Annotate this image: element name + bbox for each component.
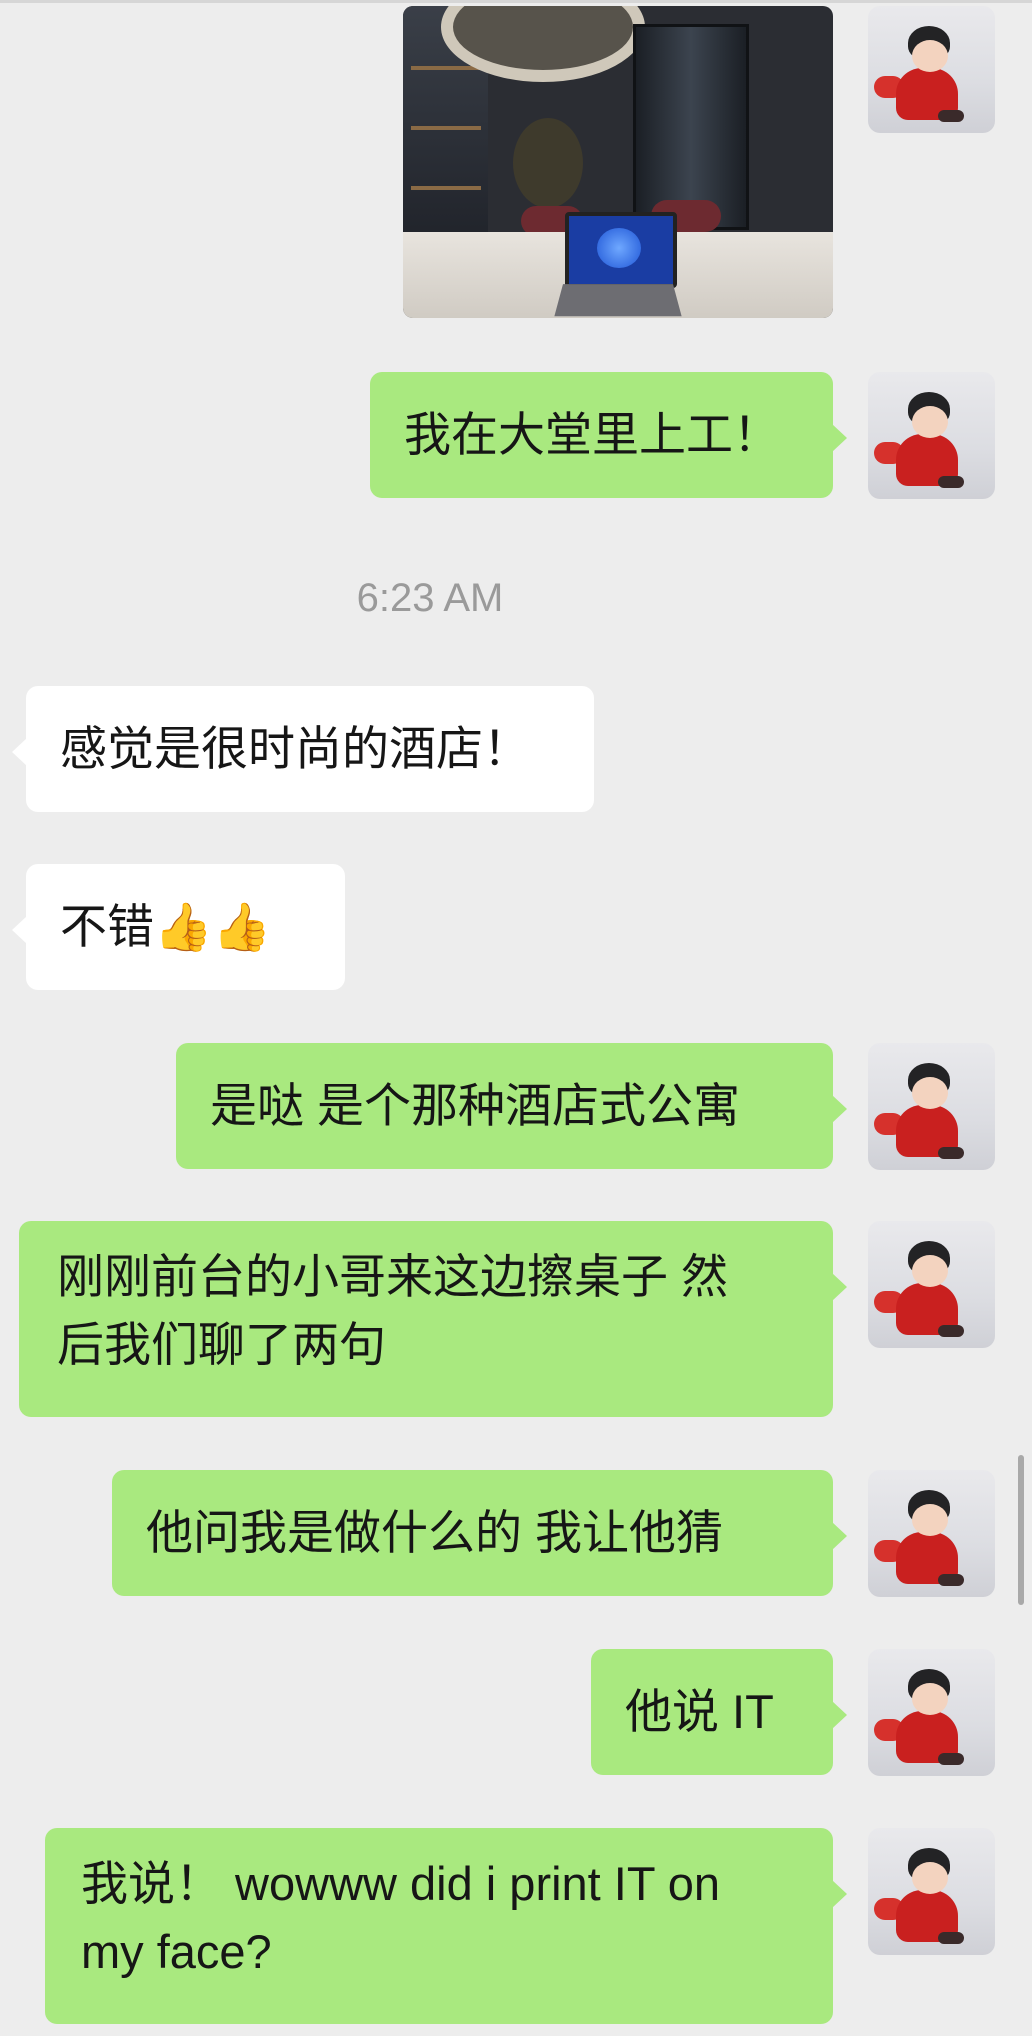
outgoing-message[interactable]: 他问我是做什么的 我让他猜: [112, 1470, 847, 1596]
my-avatar[interactable]: [868, 1221, 995, 1348]
outgoing-message[interactable]: 我在大堂里上工！: [370, 372, 847, 498]
message-text-line: my face?: [81, 1925, 272, 1978]
message-text: 感觉是很时尚的酒店！: [60, 722, 530, 775]
outgoing-message[interactable]: 刚刚前台的小哥来这边擦桌子 然 后我们聊了两句: [19, 1221, 847, 1417]
message-text: 他说 IT: [625, 1685, 774, 1738]
scrollbar[interactable]: [1018, 1455, 1024, 1605]
my-avatar[interactable]: [868, 1828, 995, 1955]
outgoing-message[interactable]: 他说 IT: [591, 1649, 847, 1775]
message-text: 不错: [60, 900, 154, 953]
my-avatar[interactable]: [868, 1470, 995, 1597]
photo-message-hotel-lobby[interactable]: [403, 6, 833, 318]
timestamp: 6:23 AM: [356, 576, 504, 620]
top-divider: [0, 0, 1032, 3]
outgoing-message[interactable]: 是哒 是个那种酒店式公寓: [176, 1043, 847, 1169]
photo-laptop-keyboard: [554, 284, 682, 317]
message-text-line: 我说！ wowww did i print IT on: [81, 1857, 721, 1910]
my-avatar[interactable]: [868, 372, 995, 499]
message-text: 我在大堂里上工！: [404, 408, 780, 461]
thumbs-up-icon: 👍👍: [154, 900, 272, 955]
photo-tree: [513, 118, 583, 208]
photo-laptop-screen: [565, 212, 677, 288]
message-text: 是哒 是个那种酒店式公寓: [210, 1079, 741, 1132]
outgoing-message[interactable]: 我说！ wowww did i print IT on my face?: [45, 1828, 847, 2024]
my-avatar[interactable]: [868, 1043, 995, 1170]
message-text: 他问我是做什么的 我让他猜: [146, 1506, 724, 1559]
my-avatar[interactable]: [868, 6, 995, 133]
incoming-message[interactable]: 不错👍👍: [12, 864, 345, 990]
message-text-line: 刚刚前台的小哥来这边擦桌子 然: [57, 1250, 729, 1303]
incoming-message[interactable]: 感觉是很时尚的酒店！: [12, 686, 594, 812]
my-avatar[interactable]: [868, 1649, 995, 1776]
message-text-line: 后我们聊了两句: [57, 1318, 386, 1371]
